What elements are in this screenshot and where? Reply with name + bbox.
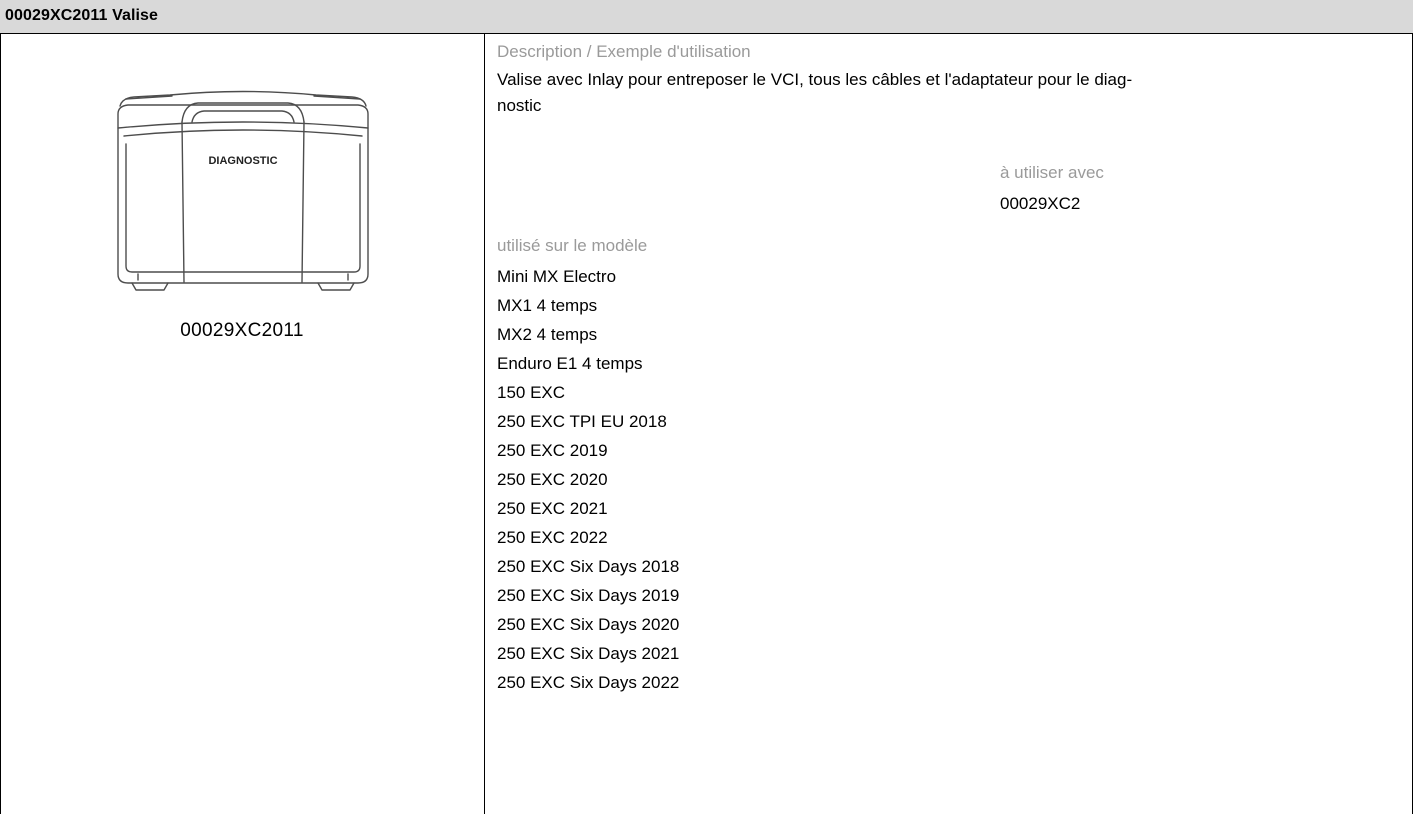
description-text: Valise avec Inlay pour entreposer le VCI… bbox=[497, 67, 1377, 119]
list-item: 250 EXC 2019 bbox=[497, 441, 608, 460]
image-caption: 00029XC2011 bbox=[180, 320, 304, 341]
description-line-1: Valise avec Inlay pour entreposer le VCI… bbox=[497, 70, 1133, 89]
list-item: MX1 4 temps bbox=[497, 296, 598, 315]
list-item: 250 EXC 2021 bbox=[497, 499, 608, 518]
list-item: MX2 4 temps bbox=[497, 325, 598, 344]
case-label: DIAGNOSTIC bbox=[208, 155, 277, 167]
diagnostic-case-icon: DIAGNOSTIC bbox=[117, 90, 369, 291]
use-with-label: à utiliser avec bbox=[1000, 163, 1104, 182]
use-with-value: 00029XC2 bbox=[1000, 194, 1081, 213]
list-item: 250 EXC 2022 bbox=[497, 528, 608, 547]
description-label: Description / Exemple d'utilisation bbox=[497, 42, 751, 61]
list-item: 250 EXC TPI EU 2018 bbox=[497, 412, 667, 431]
document-page: 00029XC2011 Valise DIAGNOSTIC 00029XC201… bbox=[0, 0, 1415, 814]
header-title: 00029XC2011 Valise bbox=[5, 7, 159, 24]
list-item: 150 EXC bbox=[497, 383, 566, 402]
list-item: 250 EXC Six Days 2020 bbox=[497, 615, 680, 634]
list-item: 250 EXC Six Days 2018 bbox=[497, 557, 680, 576]
list-item: 250 EXC Six Days 2019 bbox=[497, 586, 680, 605]
list-item: 250 EXC 2020 bbox=[497, 470, 608, 489]
models-label: utilisé sur le modèle bbox=[497, 236, 648, 255]
list-item: 250 EXC Six Days 2021 bbox=[497, 644, 680, 663]
list-item: Mini MX Electro bbox=[497, 267, 617, 286]
table-header: 00029XC2011 Valise bbox=[0, 0, 1413, 34]
models-list: Mini MX Electro MX1 4 temps MX2 4 temps … bbox=[497, 262, 679, 697]
description-line-2: nostic bbox=[497, 96, 542, 115]
list-item: 250 EXC Six Days 2022 bbox=[497, 673, 680, 692]
list-item: Enduro E1 4 temps bbox=[497, 354, 643, 373]
column-divider bbox=[484, 34, 485, 814]
